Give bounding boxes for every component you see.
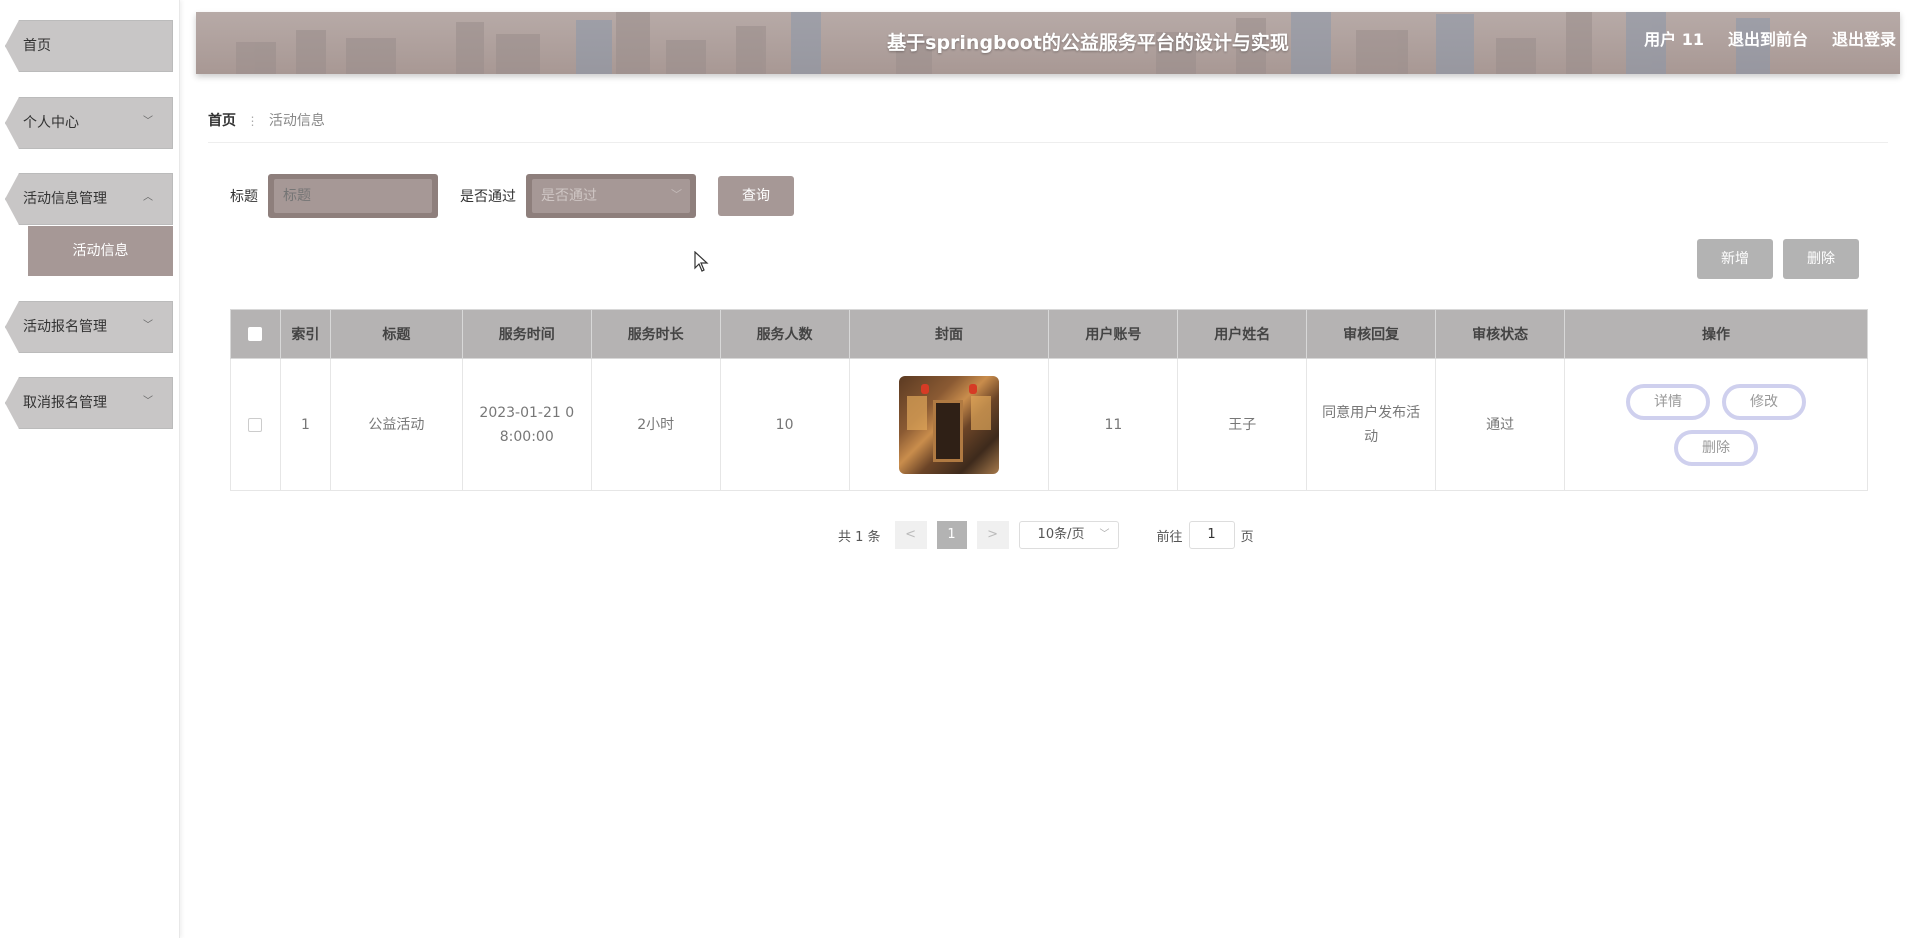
query-button[interactable]: 查询 [718, 176, 794, 216]
title-search-input[interactable] [274, 179, 432, 213]
search-bar: 标题 是否通过 是否通过 ﹀ 查询 [230, 174, 794, 218]
breadcrumb: 首页 ⋮ 活动信息 [208, 110, 325, 130]
goto-page-input[interactable]: 1 [1188, 521, 1235, 549]
reply-text: 同意用户发布活动 [1322, 404, 1421, 445]
edit-button[interactable]: 修改 [1722, 383, 1806, 420]
cell-people: 10 [719, 358, 850, 491]
sidebar-item-label: 活动报名管理 [23, 319, 107, 335]
chevron-down-icon: ﹀ [1099, 529, 1110, 540]
breadcrumb-current: 活动信息 [268, 113, 325, 129]
sidebar-item-label: 活动信息管理 [23, 191, 107, 207]
prev-page-button[interactable]: < [894, 521, 927, 549]
sidebar-item-label: 取消报名管理 [23, 395, 107, 411]
column-header: 服务时间 [461, 309, 592, 359]
column-header: 审核状态 [1435, 309, 1566, 359]
sidebar-item-personal-center[interactable]: 个人中心 ﹀ [5, 97, 173, 149]
chevron-down-icon: ﹀ [143, 396, 153, 407]
cover-image[interactable] [898, 375, 999, 474]
sidebar-item-registration-management[interactable]: 活动报名管理 ﹀ [5, 301, 173, 353]
chevron-up-icon: ︿ [143, 192, 153, 203]
table-header-row: 索引 标题 服务时间 服务时长 服务人数 封面 用户账号 用户姓名 审核回复 审… [230, 309, 1868, 359]
sidebar-subitem-activity-info[interactable]: 活动信息 [28, 226, 173, 276]
top-header: 基于springboot的公益服务平台的设计与实现 用户 11 退出到前台 退出… [196, 12, 1900, 74]
goto-label: 前往 [1156, 529, 1183, 545]
header-links: 用户 11 退出到前台 退出登录 [1644, 26, 1896, 50]
sidebar: 首页 个人中心 ﹀ 活动信息管理 ︿ 活动信息 活动报名管理 ﹀ 取消报名管理 … [0, 0, 180, 938]
page-number-button[interactable]: 1 [936, 521, 967, 549]
sidebar-item-activity-info-management[interactable]: 活动信息管理 ︿ [5, 173, 173, 225]
divider [208, 142, 1888, 143]
table-row: 1 公益活动 2023-01-21 08:00:00 2小时 10 11 王子 … [230, 358, 1868, 491]
column-header: 封面 [848, 309, 1050, 359]
page-suffix: 页 [1240, 529, 1254, 545]
sidebar-item-label: 首页 [23, 38, 51, 54]
pass-filter-label: 是否通过 [460, 189, 516, 205]
chevron-down-icon: ﹀ [143, 320, 153, 331]
column-header: 索引 [279, 309, 331, 359]
batch-delete-button[interactable]: 删除 [1783, 239, 1859, 279]
page-size-select[interactable]: 10条/页 ﹀ [1018, 521, 1119, 549]
cell-account: 11 [1048, 358, 1179, 491]
select-all-checkbox[interactable] [248, 327, 263, 341]
back-to-front-link[interactable]: 退出到前台 [1728, 26, 1808, 50]
sidebar-item-home[interactable]: 首页 [5, 20, 173, 72]
row-actions: 详情 修改 删除 [1621, 383, 1811, 466]
select-all-cell [230, 309, 281, 359]
cell-title: 公益活动 [329, 358, 463, 491]
page-size-value: 10条/页 [1037, 527, 1085, 542]
pass-filter-field: 是否通过 ﹀ [526, 174, 696, 218]
breadcrumb-home[interactable]: 首页 [208, 113, 236, 129]
activity-table: 索引 标题 服务时间 服务时长 服务人数 封面 用户账号 用户姓名 审核回复 审… [230, 309, 1868, 491]
sidebar-item-label: 个人中心 [23, 115, 79, 131]
cell-index: 1 [279, 358, 331, 491]
column-header: 用户姓名 [1177, 309, 1308, 359]
chevron-down-icon: ﹀ [671, 188, 682, 201]
cell-duration: 2小时 [590, 358, 721, 491]
cell-name: 王子 [1177, 358, 1308, 491]
sidebar-item-cancel-registration-management[interactable]: 取消报名管理 ﹀ [5, 377, 173, 429]
title-search-field [268, 174, 438, 218]
mouse-cursor-icon [694, 251, 709, 272]
cell-status: 通过 [1435, 358, 1566, 491]
pass-filter-select[interactable]: 是否通过 [532, 179, 690, 213]
pagination: 共 1 条 < 1 > 10条/页 ﹀ 前往 1 页 [838, 520, 1254, 550]
detail-button[interactable]: 详情 [1626, 383, 1710, 420]
cell-reply: 同意用户发布活动 [1306, 358, 1437, 491]
chevron-down-icon: ﹀ [143, 116, 153, 127]
cell-ops: 详情 修改 删除 [1564, 358, 1868, 491]
cell-service-time: 2023-01-21 08:00:00 [461, 358, 592, 491]
logout-link[interactable]: 退出登录 [1832, 26, 1896, 50]
column-header: 服务人数 [719, 309, 850, 359]
add-button[interactable]: 新增 [1697, 239, 1773, 279]
column-header: 操作 [1564, 309, 1868, 359]
column-header: 服务时长 [590, 309, 721, 359]
column-header: 审核回复 [1306, 309, 1437, 359]
cell-cover [848, 358, 1050, 491]
next-page-button[interactable]: > [976, 521, 1009, 549]
column-header: 用户账号 [1048, 309, 1179, 359]
row-select-cell [230, 358, 281, 491]
delete-button[interactable]: 删除 [1674, 429, 1758, 466]
service-time-text: 2023-01-21 08:00:00 [479, 404, 575, 445]
total-count: 共 1 条 [838, 529, 881, 545]
breadcrumb-separator: ⋮ [246, 114, 259, 128]
row-checkbox[interactable] [248, 417, 263, 432]
column-header: 标题 [329, 309, 463, 359]
title-search-label: 标题 [230, 189, 258, 205]
user-name-link[interactable]: 用户 11 [1644, 26, 1704, 50]
